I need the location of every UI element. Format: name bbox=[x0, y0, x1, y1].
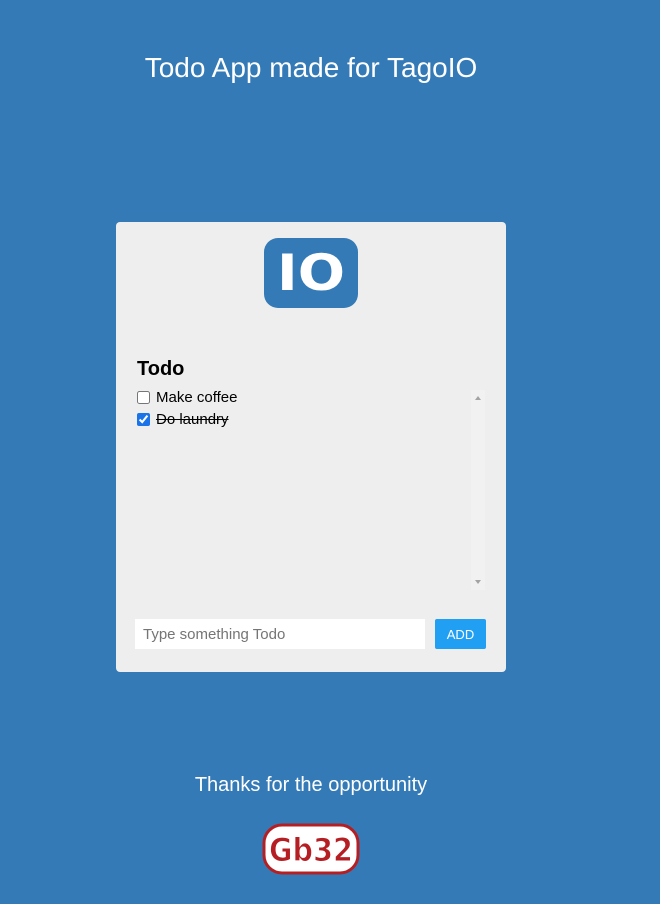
todo-checkbox[interactable] bbox=[137, 390, 150, 404]
add-todo-button[interactable]: ADD bbox=[435, 619, 486, 649]
tagoio-logo: IO bbox=[264, 238, 358, 308]
gb32-logo: Gb32 bbox=[262, 823, 360, 875]
todo-label: Do laundry bbox=[156, 410, 229, 428]
todo-card: IO Todo Make coffee Do laundry ADD bbox=[116, 222, 506, 672]
scroll-up-arrow-icon[interactable] bbox=[475, 396, 481, 400]
todo-list: Make coffee Do laundry bbox=[135, 386, 480, 594]
page-title: Todo App made for TagoIO bbox=[144, 52, 478, 83]
todo-section-title: Todo bbox=[137, 358, 185, 380]
todo-label: Make coffee bbox=[156, 388, 238, 406]
footer-text: Thanks for the opportunity bbox=[194, 774, 428, 796]
todo-item: Do laundry bbox=[135, 408, 480, 430]
todo-list-scrollbar[interactable] bbox=[471, 390, 485, 590]
new-todo-input[interactable] bbox=[135, 619, 425, 649]
todo-item: Make coffee bbox=[135, 386, 480, 408]
scroll-down-arrow-icon[interactable] bbox=[475, 580, 481, 584]
todo-checkbox[interactable] bbox=[137, 412, 150, 426]
tagoio-logo-text: IO bbox=[277, 244, 345, 302]
gb32-logo-text: Gb32 bbox=[269, 831, 353, 869]
